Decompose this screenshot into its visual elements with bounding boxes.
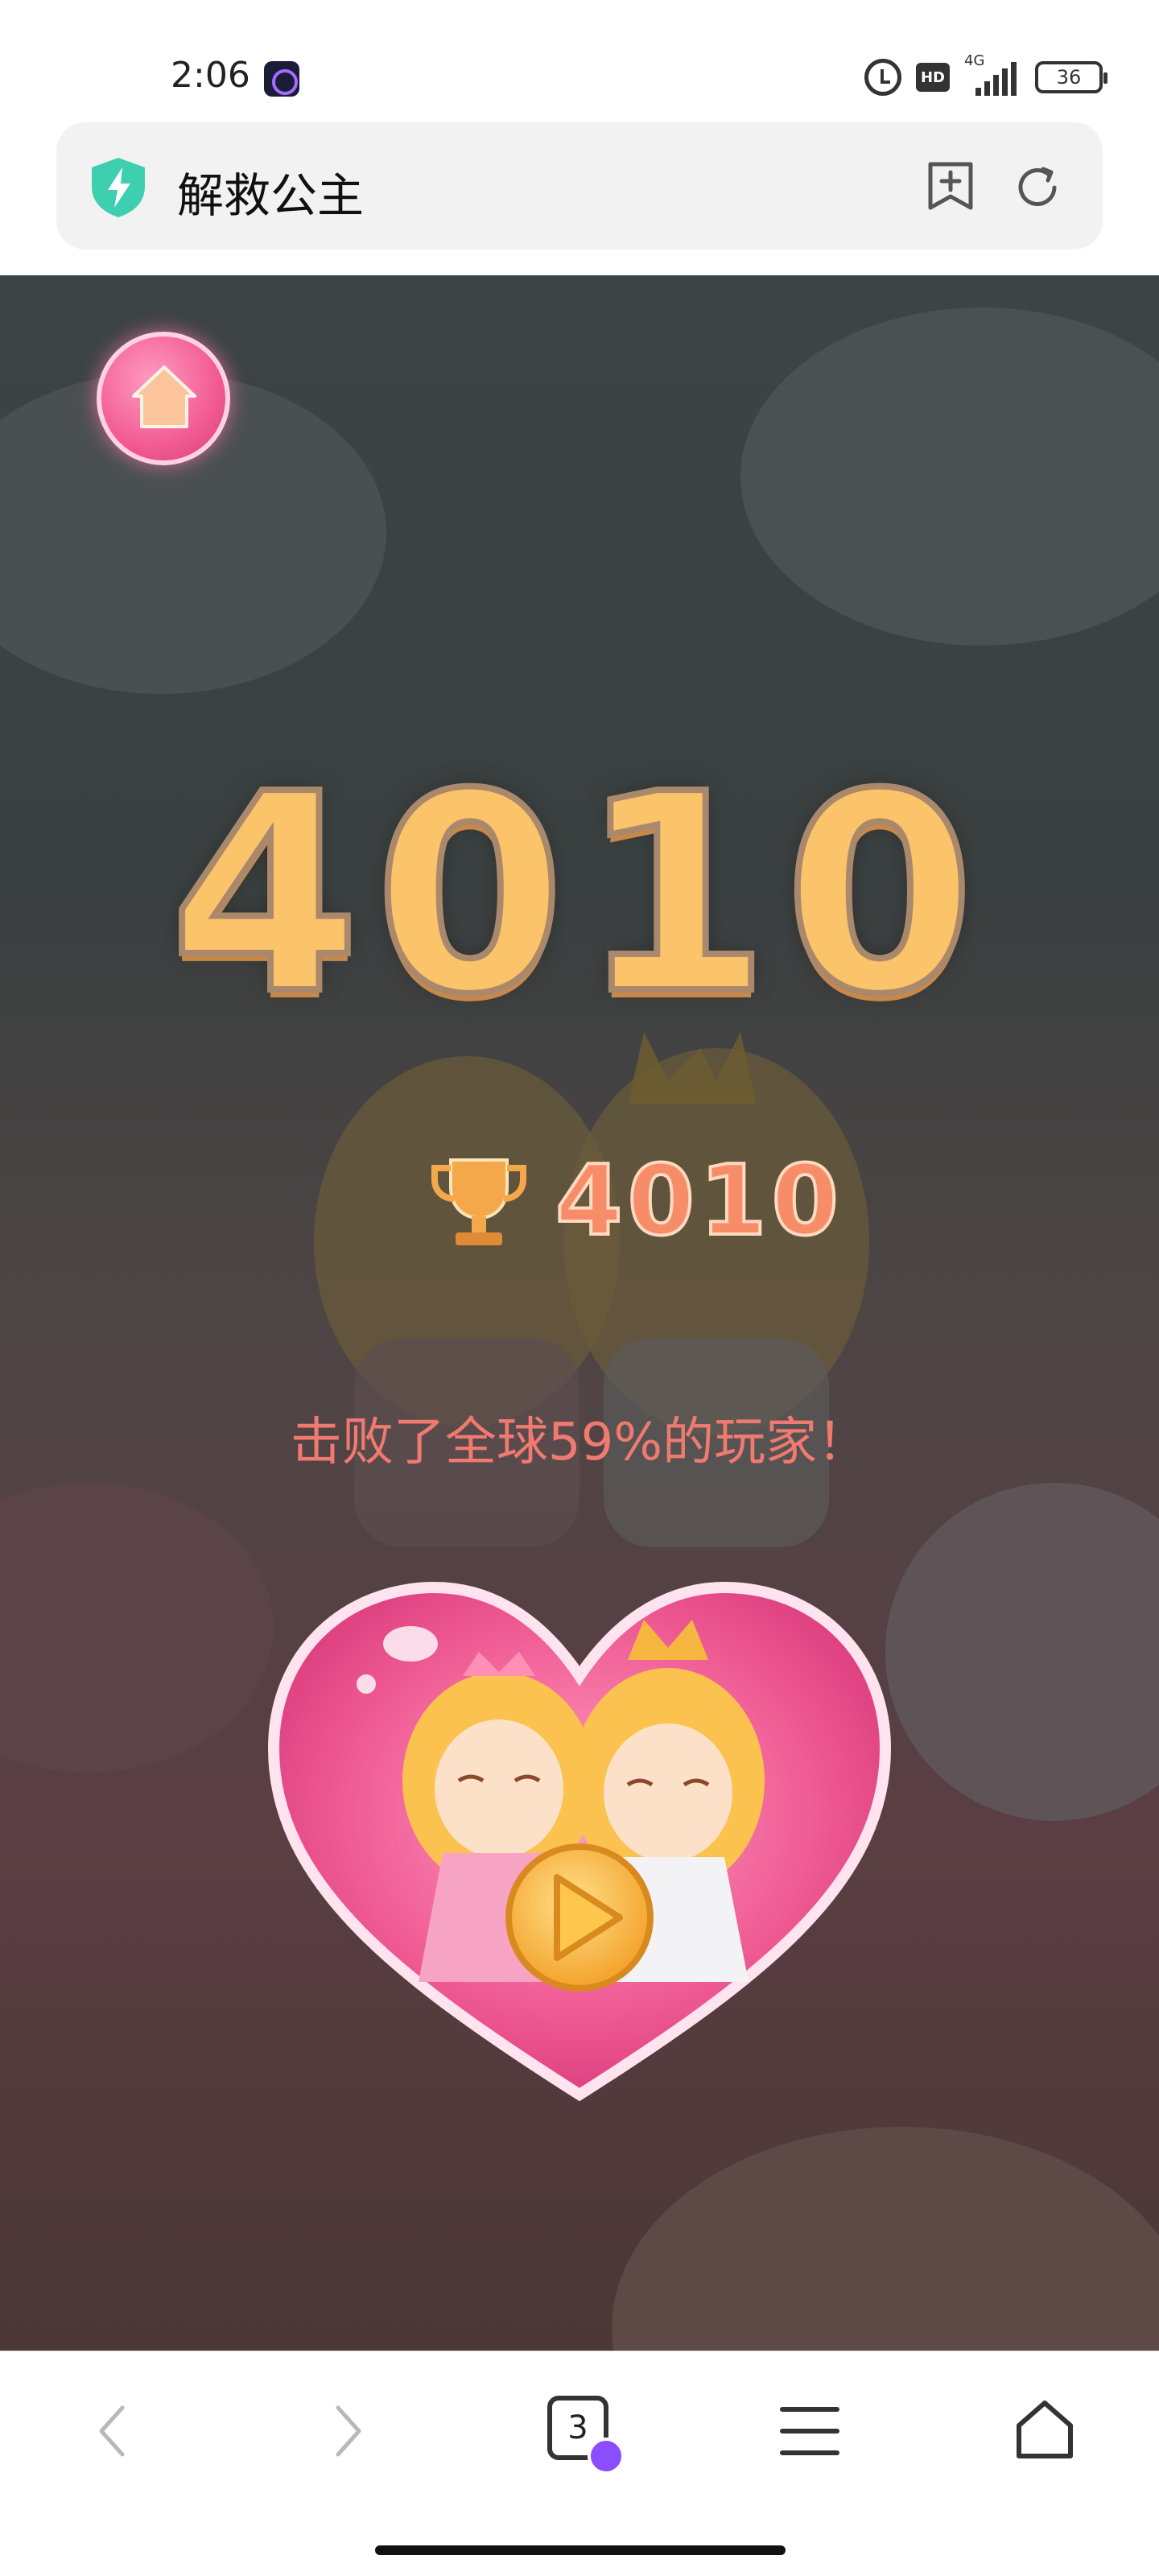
bookmark-add-icon[interactable] bbox=[926, 159, 975, 213]
reload-icon[interactable] bbox=[1013, 163, 1062, 213]
incognito-icon bbox=[588, 2438, 625, 2475]
trophy-icon bbox=[431, 1158, 526, 1245]
background-characters bbox=[314, 1032, 869, 1547]
address-bar[interactable]: 解救公主 bbox=[56, 122, 1103, 250]
security-shield-icon bbox=[92, 158, 145, 217]
status-time: 2:06 bbox=[171, 55, 250, 96]
bottom-navigation bbox=[0, 2351, 1159, 2576]
menu-icon[interactable] bbox=[777, 2403, 842, 2459]
home-button[interactable] bbox=[97, 332, 230, 465]
page-title: 解救公主 bbox=[177, 168, 365, 223]
status-indicators: HD 4G 36 bbox=[864, 52, 1107, 101]
background-hill bbox=[612, 2127, 1159, 2351]
best-score-row: 4010 bbox=[427, 1144, 843, 1259]
back-icon[interactable] bbox=[95, 2403, 127, 2459]
final-score: 4010 bbox=[167, 736, 990, 1055]
battery-icon: 36 bbox=[1035, 61, 1107, 93]
replay-heart-button[interactable] bbox=[258, 1563, 901, 2127]
best-score: 4010 bbox=[554, 1144, 843, 1259]
home-icon bbox=[132, 365, 196, 428]
status-bar: 2:06 HD 4G 36 bbox=[0, 0, 1159, 121]
notification-app-icon bbox=[264, 61, 299, 97]
background-cloud bbox=[740, 308, 1159, 646]
home-indicator[interactable] bbox=[375, 2545, 786, 2555]
rank-message: 击败了全球59%的玩家！ bbox=[290, 1413, 869, 1472]
forward-icon[interactable] bbox=[333, 2403, 365, 2459]
game-canvas[interactable]: 4010 4010 击败了全球59%的玩家！ bbox=[0, 275, 1159, 2351]
alarm-icon bbox=[864, 59, 901, 96]
background-cloud bbox=[885, 1483, 1159, 1821]
background-cloud bbox=[0, 1483, 274, 1773]
hd-icon: HD bbox=[916, 63, 950, 92]
home-nav-icon[interactable] bbox=[1013, 2396, 1077, 2461]
signal-icon: 4G bbox=[964, 52, 1021, 96]
